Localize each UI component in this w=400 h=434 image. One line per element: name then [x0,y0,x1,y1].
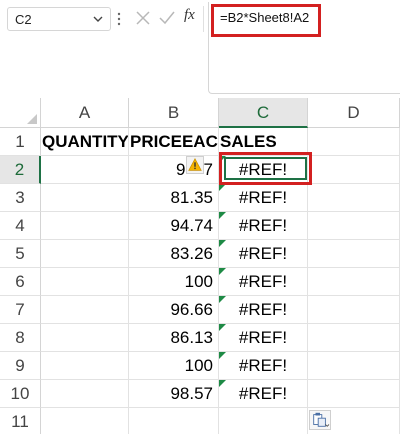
cell-c8[interactable]: #REF! [219,324,308,352]
cell-d1[interactable] [308,128,400,156]
cell-b5[interactable]: 83.26 [129,240,219,268]
name-box-value: C2 [15,12,32,27]
error-indicator-icon [219,296,226,303]
cell-d6[interactable] [308,268,400,296]
error-indicator-icon [219,380,226,387]
cell-d9[interactable] [308,352,400,380]
formula-divider [203,6,204,32]
cell-a10[interactable] [41,380,129,408]
select-all-icon [27,114,37,124]
row-header-2[interactable]: 2 [0,156,41,184]
row-header-6[interactable]: 6 [0,268,41,296]
cell-c3[interactable]: #REF! [219,184,308,212]
cell-c10-value: #REF! [238,384,288,403]
cell-c10[interactable]: #REF! [219,380,308,408]
cell-c7[interactable]: #REF! [219,296,308,324]
warning-icon[interactable] [186,156,204,174]
row-header-10[interactable]: 10 [0,380,41,408]
formula-bar: C2 fx =B2*Sheet8!A2 [0,0,400,98]
more-options-icon[interactable] [117,11,121,27]
cell-a4[interactable] [41,212,129,240]
row-header-9[interactable]: 9 [0,352,41,380]
cell-c4-value: #REF! [238,216,288,235]
row-header-11[interactable]: 11 [0,408,41,434]
cell-c5[interactable]: #REF! [219,240,308,268]
cell-b6[interactable]: 100 [129,268,219,296]
row-header-5[interactable]: 5 [0,240,41,268]
cell-c9-value: #REF! [238,356,288,375]
column-header-c[interactable]: C [219,98,308,128]
row-header-4[interactable]: 4 [0,212,41,240]
cell-c6[interactable]: #REF! [219,268,308,296]
column-header-b[interactable]: B [129,98,219,128]
paste-options-icon[interactable] [309,410,331,430]
cell-b7[interactable]: 96.66 [129,296,219,324]
cell-b9[interactable]: 100 [129,352,219,380]
active-cell-border [224,157,307,180]
cell-b8[interactable]: 86.13 [129,324,219,352]
error-indicator-icon [219,324,226,331]
cell-a11[interactable] [41,408,129,434]
column-header-d[interactable]: D [308,98,400,128]
active-cell-highlight [219,152,312,185]
cell-c8-value: #REF! [238,328,288,347]
cancel-icon[interactable] [134,9,152,27]
error-indicator-icon [219,240,226,247]
spreadsheet-grid: A B C D 1 2 3 4 5 6 7 8 9 10 11 QUANTITY… [0,98,400,434]
cell-b10[interactable]: 98.57 [129,380,219,408]
cell-c9[interactable]: #REF! [219,352,308,380]
cell-c6-value: #REF! [238,272,288,291]
cell-b3[interactable]: 81.35 [129,184,219,212]
cell-d8[interactable] [308,324,400,352]
error-indicator-icon [219,184,226,191]
chevron-down-icon[interactable] [92,13,104,25]
cell-b1[interactable]: PRICEEACH [129,128,219,156]
cell-b2-value: 9 [176,160,186,179]
cell-d2[interactable] [308,156,400,184]
cell-a8[interactable] [41,324,129,352]
cell-d3[interactable] [308,184,400,212]
cell-c5-value: #REF! [238,244,288,263]
cell-d5[interactable] [308,240,400,268]
cell-a7[interactable] [41,296,129,324]
error-indicator-icon [219,212,226,219]
cell-c3-value: #REF! [238,188,288,207]
cell-b11[interactable] [129,408,219,434]
formula-highlight-box [211,4,321,37]
row-header-8[interactable]: 8 [0,324,41,352]
cell-b2[interactable]: 9 7 [129,156,219,184]
cell-d7[interactable] [308,296,400,324]
cell-a2[interactable] [41,156,129,184]
cell-a9[interactable] [41,352,129,380]
select-all-button[interactable] [0,98,41,128]
cell-b4[interactable]: 94.74 [129,212,219,240]
cell-c11[interactable] [219,408,308,434]
error-indicator-icon [219,268,226,275]
cell-a5[interactable] [41,240,129,268]
name-box[interactable]: C2 [7,7,111,31]
error-indicator-icon [219,352,226,359]
cell-a1[interactable]: QUANTITY [41,128,129,156]
cell-a3[interactable] [41,184,129,212]
row-header-7[interactable]: 7 [0,296,41,324]
insert-function-button[interactable]: fx [184,7,195,24]
row-header-1[interactable]: 1 [0,128,41,156]
cell-c7-value: #REF! [238,300,288,319]
row-header-3[interactable]: 3 [0,184,41,212]
cell-a6[interactable] [41,268,129,296]
cell-b2-tail: 7 [203,160,213,179]
column-header-a[interactable]: A [41,98,129,128]
enter-check-icon[interactable] [158,9,176,27]
cell-d10[interactable] [308,380,400,408]
cell-d4[interactable] [308,212,400,240]
cell-c4[interactable]: #REF! [219,212,308,240]
